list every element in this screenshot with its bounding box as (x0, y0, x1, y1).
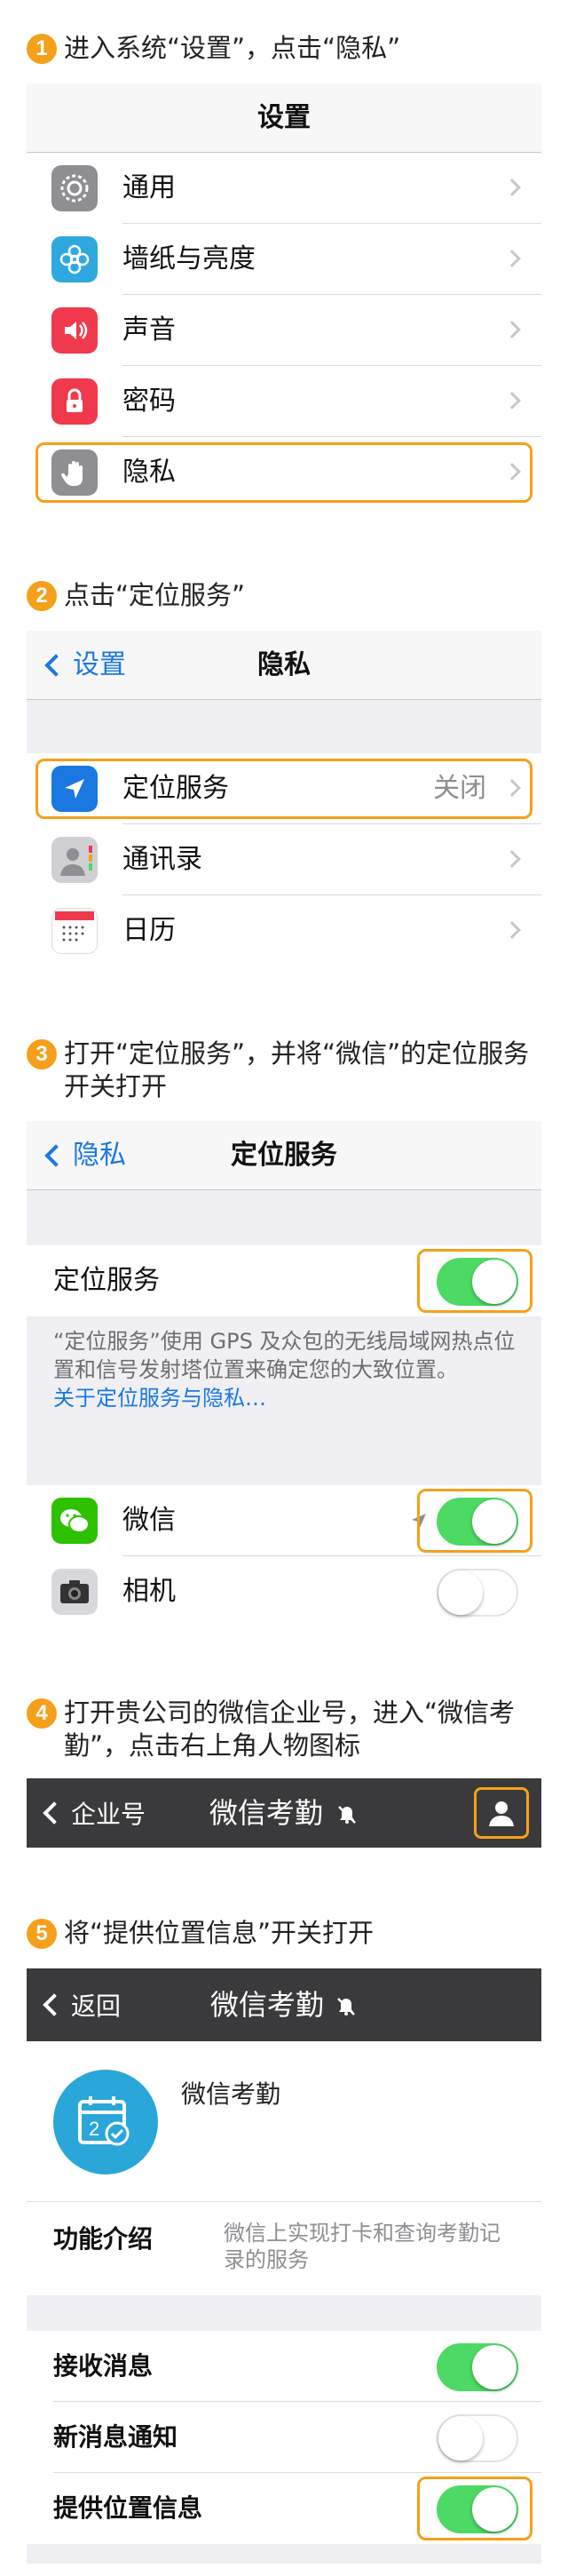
privacy-item-contacts[interactable]: 通讯录 (27, 824, 541, 895)
step-number: 3 (27, 1039, 57, 1069)
navbar: 隐私 定位服务 (27, 1121, 541, 1190)
highlight-box (417, 1489, 532, 1553)
gear-icon (51, 165, 98, 211)
settings-item-sounds[interactable]: 声音 (27, 295, 541, 366)
corp-panel: 企业号 微信考勤 (27, 1778, 541, 1848)
chevron-right-icon (503, 179, 521, 196)
privacy-link[interactable]: 关于定位服务与隐私… (53, 1384, 524, 1412)
chevron-right-icon (503, 921, 521, 939)
item-label: 通用 (122, 172, 176, 203)
page-title: 定位服务 (231, 1140, 337, 1171)
intro-label: 功能介绍 (53, 2224, 154, 2254)
chevron-right-icon (503, 250, 521, 267)
mute-bell-icon (337, 1998, 355, 2015)
highlight-box (36, 759, 532, 819)
settings-item-general[interactable]: 通用 (27, 153, 541, 224)
settings-item-wallpaper[interactable]: 墙纸与亮度 (27, 224, 541, 295)
step-text: 打开贵公司的微信企业号，进入“微信考勤”，点击右上角人物图标 (64, 1697, 516, 1761)
intro-text: 微信上实现打卡和查询考勤记录的服务 (224, 2221, 501, 2272)
page-title: 隐私 (257, 649, 311, 680)
navbar: 设置 隐私 (27, 631, 541, 700)
app-row-camera: 相机 (27, 1556, 541, 1627)
location-note: “定位服务”使用 GPS 及众包的无线局域网热点位置和信号发射塔位置来确定您的大… (53, 1327, 524, 1412)
privacy-panel: 设置 隐私 定位服务 关闭 通讯录 日历 (27, 631, 541, 966)
step-text: 将“提供位置信息”开关打开 (64, 1918, 375, 1948)
calendar-icon (51, 908, 98, 954)
setting-row-receive: 接收消息 (27, 2331, 541, 2402)
intro-row: 功能介绍 微信上实现打卡和查询考勤记录的服务 (27, 2201, 541, 2295)
privacy-item-calendar[interactable]: 日历 (27, 895, 541, 966)
step-number: 2 (27, 581, 57, 611)
step-text: 打开“定位服务”，并将“微信”的定位服务开关打开 (64, 1038, 530, 1101)
settings-item-passcode[interactable]: 密码 (27, 366, 541, 437)
settings-panel: 设置 通用 墙纸与亮度 声音 密码 隐私 (27, 83, 541, 508)
speaker-icon (51, 307, 98, 354)
step-number: 5 (27, 1919, 57, 1949)
setting-label: 新消息通知 (53, 2422, 178, 2452)
app-header: 2 微信考勤 (27, 2041, 541, 2201)
item-label: 通讯录 (122, 844, 202, 875)
setting-row-notify: 新消息通知 (27, 2402, 541, 2473)
highlight-box (36, 442, 532, 503)
attendance-app-icon: 2 (53, 2070, 158, 2174)
step-number: 1 (27, 34, 57, 64)
flower-icon (51, 236, 98, 282)
chevron-right-icon (503, 321, 521, 338)
item-label: 声音 (122, 314, 176, 346)
navbar: 企业号 微信考勤 (27, 1778, 541, 1848)
person-icon (489, 1801, 514, 1826)
svg-text:2: 2 (89, 2118, 99, 2140)
item-label: 相机 (122, 1576, 176, 1607)
setting-label: 接收消息 (53, 2351, 154, 2381)
navbar: 返回 微信考勤 (27, 1968, 541, 2041)
step-1: 1 进入系统“设置”，点击“隐私” (27, 32, 543, 65)
highlight-box (417, 2477, 532, 2540)
item-label: 微信 (122, 1505, 176, 1536)
step-2: 2 点击“定位服务” (27, 579, 543, 612)
step-text: 点击“定位服务” (64, 580, 246, 610)
wechat-icon (51, 1498, 98, 1544)
chevron-right-icon (503, 850, 521, 868)
new-message-notify-toggle[interactable] (437, 2414, 518, 2462)
step-4: 4 打开贵公司的微信企业号，进入“微信考勤”，点击右上角人物图标 (27, 1697, 543, 1762)
step-3: 3 打开“定位服务”，并将“微信”的定位服务开关打开 (27, 1038, 543, 1103)
setting-label: 提供位置信息 (53, 2493, 203, 2523)
chevron-right-icon (503, 392, 521, 409)
page-title: 微信考勤 (27, 1778, 541, 1848)
item-label: 定位服务 (53, 1265, 160, 1296)
item-label: 密码 (122, 386, 176, 417)
location-panel: 隐私 定位服务 定位服务 “定位服务”使用 GPS 及众包的无线局域网热点位置和… (27, 1121, 541, 1627)
lock-icon (51, 378, 98, 425)
app-name: 微信考勤 (181, 2079, 281, 2109)
camera-location-toggle[interactable] (437, 1569, 518, 1617)
item-label: 日历 (122, 915, 176, 946)
step-number: 4 (27, 1698, 57, 1729)
receive-messages-toggle[interactable] (437, 2343, 518, 2391)
note-text: “定位服务”使用 GPS 及众包的无线局域网热点位置和信号发射塔位置来确定您的大… (53, 1329, 516, 1382)
profile-button[interactable] (474, 1787, 529, 1839)
camera-icon (51, 1569, 98, 1615)
highlight-box (417, 1249, 532, 1313)
item-label: 墙纸与亮度 (122, 243, 256, 274)
step-text: 进入系统“设置”，点击“隐私” (64, 33, 401, 63)
page-title: 设置 (257, 102, 311, 133)
contacts-icon (51, 837, 98, 883)
page-title: 微信考勤 (27, 1968, 541, 2041)
attendance-panel: 返回 微信考勤 2 微信考勤 功能介绍 微信上实现打卡和查询考勤记录的服务 接收… (27, 1968, 541, 2564)
navbar: 设置 (27, 83, 541, 153)
mute-bell-icon (338, 1806, 356, 1824)
step-5: 5 将“提供位置信息”开关打开 (27, 1917, 543, 1950)
